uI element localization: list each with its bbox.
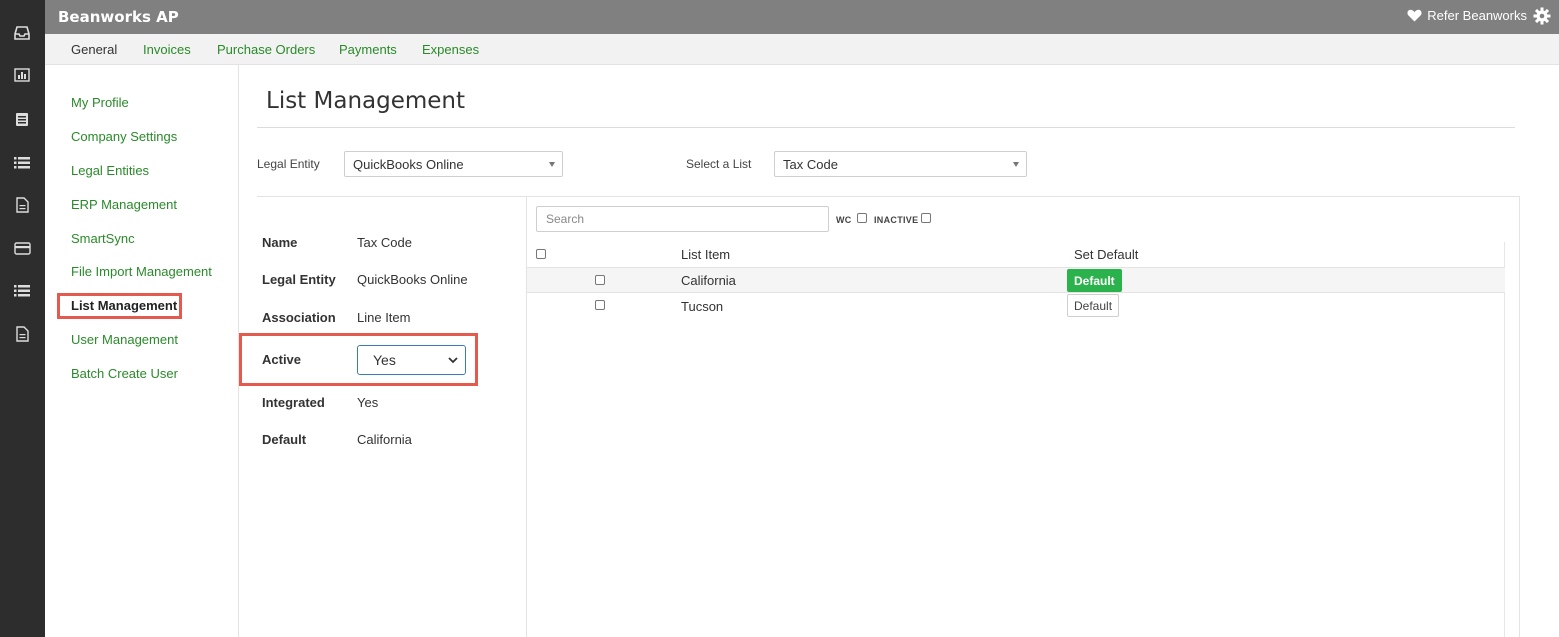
tab-invoices[interactable]: Invoices — [143, 42, 191, 57]
document-list-icon[interactable] — [13, 111, 31, 127]
inactive-checkbox[interactable] — [921, 213, 931, 223]
refer-label: Refer Beanworks — [1427, 8, 1527, 23]
list-select[interactable]: Tax Code — [774, 151, 1027, 177]
caret-down-icon — [549, 162, 555, 167]
sidebar-item-user-management[interactable]: User Management — [71, 332, 178, 347]
legal-entity-label: Legal Entity — [257, 157, 320, 171]
file-icon[interactable] — [13, 326, 31, 342]
legal-entity-value: QuickBooks Online — [353, 157, 464, 172]
sidebar-item-smartsync[interactable]: SmartSync — [71, 231, 135, 246]
settings-sidebar: My Profile Company Settings Legal Entiti… — [45, 65, 239, 637]
divider — [257, 196, 1520, 197]
active-select-value: Yes — [373, 352, 396, 368]
detail-integrated-label: Integrated — [262, 395, 325, 410]
row-checkbox[interactable] — [595, 300, 605, 310]
tab-purchase-orders[interactable]: Purchase Orders — [217, 42, 315, 57]
column-header-list-item: List Item — [681, 247, 731, 262]
sidebar-item-legal-entities[interactable]: Legal Entities — [71, 163, 149, 178]
credit-card-icon[interactable] — [13, 240, 31, 256]
chart-icon[interactable] — [13, 67, 31, 83]
wc-checkbox[interactable] — [857, 213, 867, 223]
detail-name-value: Tax Code — [357, 235, 412, 250]
sidebar-item-erp-management[interactable]: ERP Management — [71, 197, 177, 212]
detail-active-label: Active — [262, 352, 302, 367]
row-checkbox[interactable] — [595, 275, 605, 285]
refer-link[interactable]: Refer Beanworks — [1407, 8, 1527, 23]
sidebar-item-list-management[interactable]: List Management — [71, 298, 177, 313]
table-row: California Default — [527, 267, 1505, 293]
wc-label: WC — [836, 215, 852, 225]
top-header: Beanworks AP Refer Beanworks — [45, 0, 1559, 34]
app-rail — [0, 0, 45, 637]
tab-expenses[interactable]: Expenses — [422, 42, 479, 57]
select-list-label: Select a List — [686, 157, 752, 171]
sidebar-item-batch-create-user[interactable]: Batch Create User — [71, 366, 178, 381]
detail-association-label: Association — [262, 310, 336, 325]
heart-icon — [1407, 9, 1422, 22]
chevron-down-icon — [448, 357, 458, 364]
caret-down-icon — [1013, 162, 1019, 167]
set-default-button[interactable]: Default — [1067, 269, 1122, 292]
gear-icon[interactable] — [1533, 7, 1551, 25]
file-icon[interactable] — [13, 197, 31, 213]
legal-entity-select[interactable]: QuickBooks Online — [344, 151, 563, 177]
divider — [257, 127, 1515, 128]
set-default-button[interactable]: Default — [1067, 294, 1120, 317]
tab-general[interactable]: General — [71, 42, 117, 57]
sidebar-item-company-settings[interactable]: Company Settings — [71, 129, 177, 144]
detail-name-label: Name — [262, 235, 298, 250]
sidebar-item-my-profile[interactable]: My Profile — [71, 95, 129, 110]
list-select-value: Tax Code — [783, 157, 838, 172]
inbox-icon[interactable] — [13, 25, 31, 41]
list-icon[interactable] — [13, 154, 31, 170]
detail-association-value: Line Item — [357, 310, 411, 325]
list-item-name: California — [681, 273, 736, 288]
section-tabs: General Invoices Purchase Orders Payment… — [45, 34, 1559, 65]
detail-entity-value: QuickBooks Online — [357, 272, 468, 287]
detail-entity-label: Legal Entity — [262, 272, 336, 287]
list-item-name: Tucson — [681, 299, 724, 314]
app-title: Beanworks AP — [58, 8, 179, 26]
tab-payments[interactable]: Payments — [339, 42, 397, 57]
column-header-set-default: Set Default — [1074, 247, 1139, 262]
detail-integrated-value: Yes — [357, 395, 379, 410]
active-select[interactable]: Yes — [357, 345, 466, 375]
list-icon[interactable] — [13, 282, 31, 298]
detail-default-label: Default — [262, 432, 307, 447]
table-row: Tucson Default — [527, 293, 1505, 319]
select-all-checkbox[interactable] — [536, 249, 546, 259]
page-title: List Management — [266, 88, 466, 114]
divider — [1519, 197, 1520, 637]
inactive-label: INACTIVE — [874, 215, 919, 225]
detail-default-value: California — [357, 432, 412, 447]
sidebar-item-file-import-management[interactable]: File Import Management — [71, 264, 212, 279]
search-input[interactable] — [536, 206, 829, 232]
